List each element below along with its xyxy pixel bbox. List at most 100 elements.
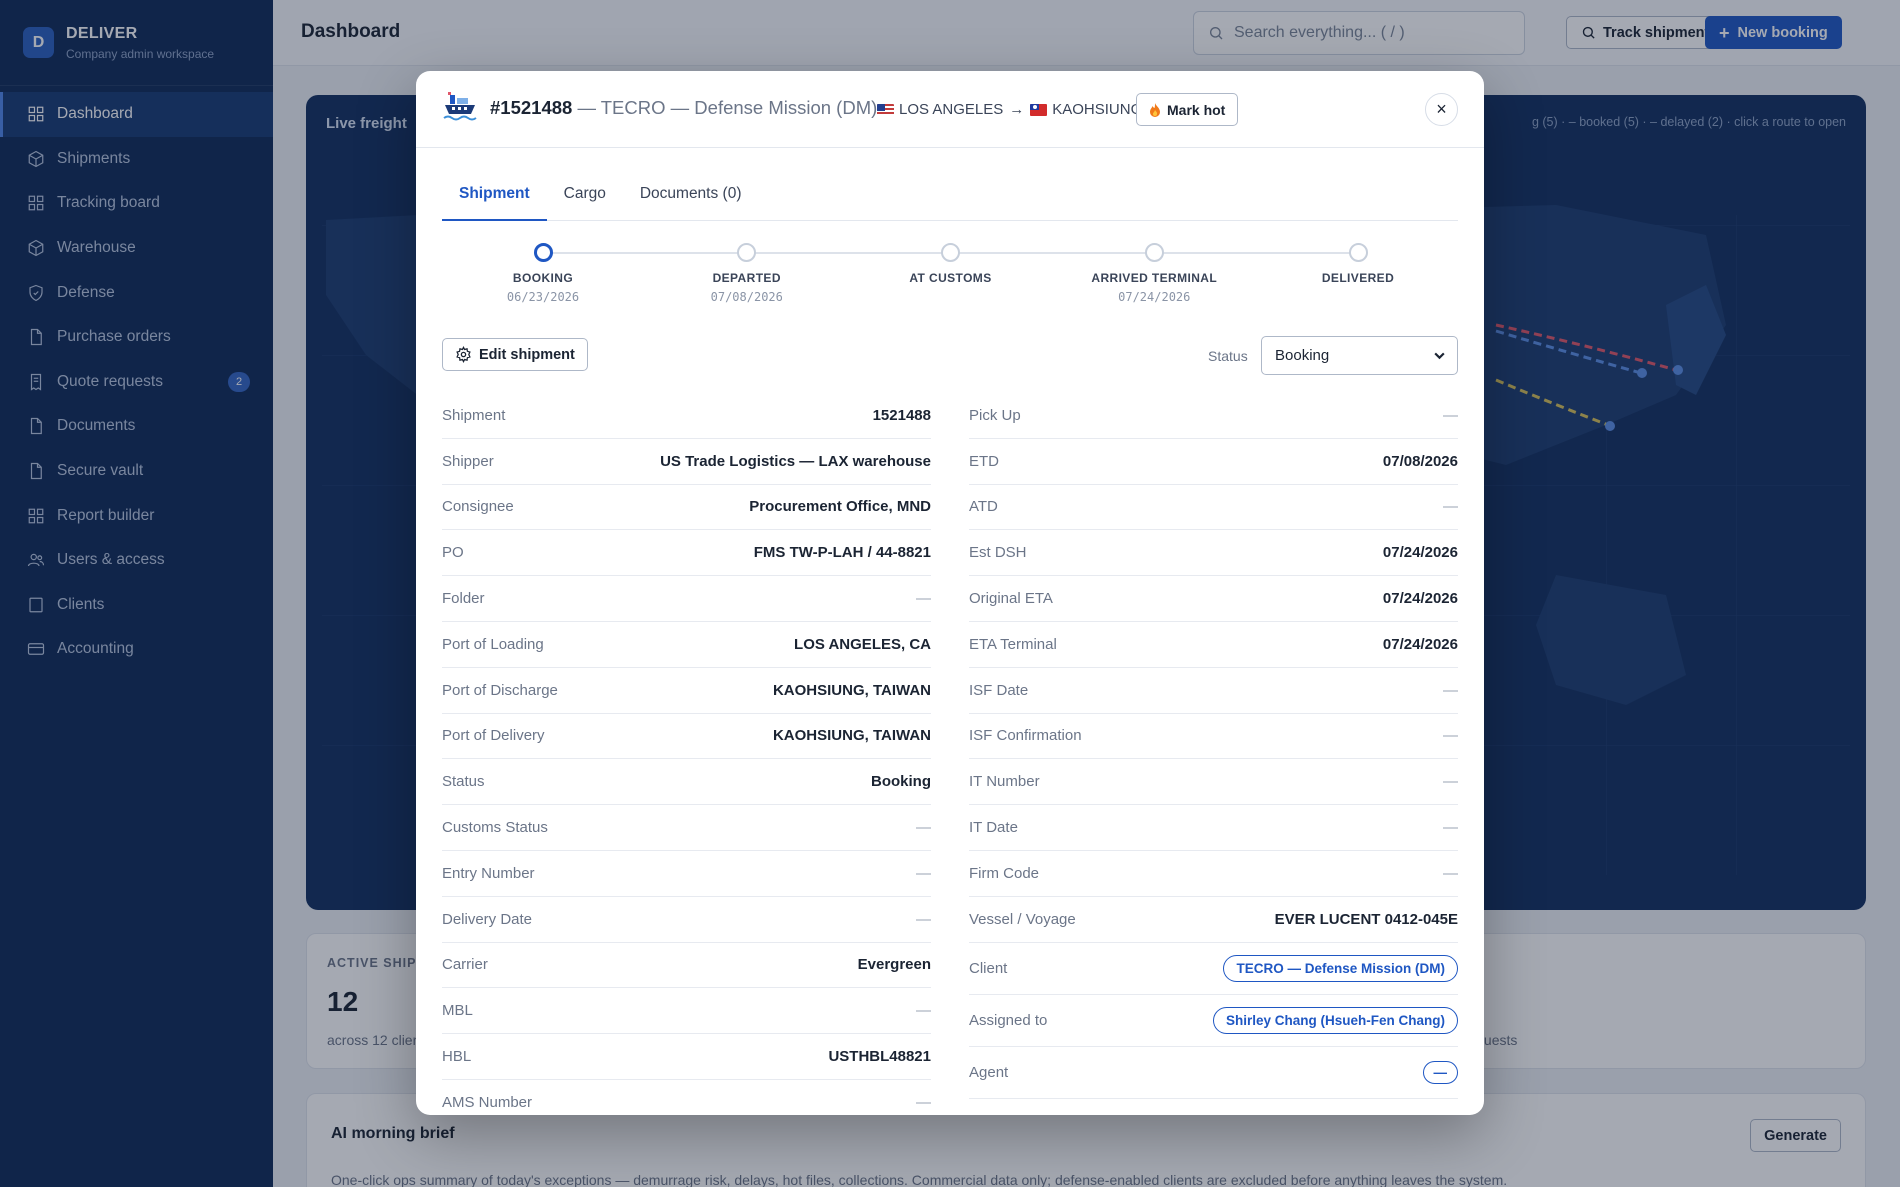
shipper-value: US Trade Logistics — LAX warehouse xyxy=(660,452,931,470)
est-dsh-value: 07/24/2026 xyxy=(1382,544,1458,562)
port-of-discharge-label: Port of Discharge xyxy=(442,681,558,699)
status-select[interactable]: Booking xyxy=(1261,336,1458,375)
ams-number-value: — xyxy=(916,1093,931,1111)
shipment-fields-right: Pick Up — ETD 07/08/2026 ATD — Est DSH 07/24/20… xyxy=(969,393,1458,1099)
mbl-value: — xyxy=(916,1002,931,1020)
tab-shipment[interactable]: Shipment xyxy=(442,183,547,221)
folder-value: — xyxy=(916,590,931,608)
gear-icon xyxy=(456,346,471,363)
route-destination: KAOHSIUNG xyxy=(1052,101,1143,118)
entry-number-label: Entry Number xyxy=(442,864,535,882)
field-shipment: Shipment 1521488 xyxy=(442,393,931,439)
field-etd: ETD 07/08/2026 xyxy=(969,439,1458,485)
step-label: ARRIVED TERMINAL xyxy=(1091,271,1218,285)
port-of-delivery-value: KAOHSIUNG, TAIWAN xyxy=(772,727,931,745)
step-dot xyxy=(533,243,553,262)
original-eta-value: 07/24/2026 xyxy=(1382,590,1458,608)
step-arrived-terminal: ARRIVED TERMINAL 07/24/2026 xyxy=(1074,243,1234,304)
shipment-value: 1521488 xyxy=(872,406,931,424)
field-eta-terminal: ETA Terminal 07/24/2026 xyxy=(969,622,1458,668)
taiwan-flag-icon xyxy=(1030,103,1048,116)
step-label: DELIVERED xyxy=(1321,271,1395,285)
hbl-label: HBL xyxy=(442,1048,472,1066)
pick-up-value: — xyxy=(1443,406,1458,424)
route-summary: LOS ANGELES → KAOHSIUNG xyxy=(877,101,1142,118)
assigned-to-chip[interactable]: Shirley Chang (Hsueh-Fen Chang) xyxy=(1212,1006,1458,1034)
isf-confirmation-value: — xyxy=(1443,727,1458,745)
it-date-label: IT Date xyxy=(969,819,1018,837)
step-at-customs: AT CUSTOMS xyxy=(871,243,1031,290)
isf-date-value: — xyxy=(1443,681,1458,699)
carrier-label: Carrier xyxy=(442,956,488,974)
edit-shipment-label: Edit shipment xyxy=(479,346,575,363)
firm-code-label: Firm Code xyxy=(969,864,1040,882)
mark-hot-button[interactable]: Mark hot xyxy=(1136,93,1239,126)
delivery-date-label: Delivery Date xyxy=(442,910,533,928)
step-dot xyxy=(1144,243,1164,262)
step-departed: DEPARTED 07/08/2026 xyxy=(667,243,827,304)
agent-chip[interactable]: — xyxy=(1422,1060,1458,1084)
close-icon[interactable]: × xyxy=(1425,93,1458,126)
customs-status-label: Customs Status xyxy=(442,819,548,837)
hbl-value: USTHBL48821 xyxy=(828,1048,931,1066)
isf-confirmation-label: ISF Confirmation xyxy=(969,727,1082,745)
shipment-modal: #1521488 — TECRO — Defense Mission (DM) … xyxy=(416,71,1484,1115)
client-chip[interactable]: TECRO — Defense Mission (DM) xyxy=(1223,954,1458,982)
modal-title: #1521488 — TECRO — Defense Mission (DM) xyxy=(490,97,877,119)
field-original-eta: Original ETA 07/24/2026 xyxy=(969,576,1458,622)
original-eta-label: Original ETA xyxy=(969,590,1053,608)
etd-value: 07/08/2026 xyxy=(1382,452,1458,470)
tab-documents-0[interactable]: Documents (0) xyxy=(623,183,759,221)
mbl-label: MBL xyxy=(442,1002,473,1020)
po-label: PO xyxy=(442,544,464,562)
eta-terminal-value: 07/24/2026 xyxy=(1382,635,1458,653)
mark-hot-label: Mark hot xyxy=(1167,101,1226,118)
eta-terminal-label: ETA Terminal xyxy=(969,635,1057,653)
shipment-number: #1521488 xyxy=(490,97,573,118)
carrier-value: Evergreen xyxy=(857,956,931,974)
status-selected-value: Booking xyxy=(1275,347,1330,364)
port-of-loading-value: LOS ANGELES, CA xyxy=(794,635,931,653)
tab-cargo[interactable]: Cargo xyxy=(547,183,623,221)
shipment-progress-stepper: BOOKING 06/23/2026 DEPARTED 07/08/2026 AT CU… xyxy=(442,231,1458,311)
firm-code-value: — xyxy=(1443,864,1458,882)
field-isf-date: ISF Date — xyxy=(969,668,1458,714)
step-date: 07/24/2026 xyxy=(1118,290,1191,304)
status-label: Status xyxy=(442,773,485,791)
field-consignee: Consignee Procurement Office, MND xyxy=(442,485,931,531)
client-label: Client xyxy=(969,959,1008,977)
step-dot xyxy=(941,243,960,262)
field-shipper: Shipper US Trade Logistics — LAX warehous… xyxy=(442,439,931,485)
field-status: Status Booking xyxy=(442,759,931,806)
shipment-fields-left: Shipment 1521488 Shipper US Trade Logistics… xyxy=(442,393,931,1115)
atd-value: — xyxy=(1443,498,1458,516)
field-entry-number: Entry Number — xyxy=(442,851,931,897)
customs-status-value: — xyxy=(916,819,931,837)
port-of-loading-label: Port of Loading xyxy=(442,635,544,653)
ship-icon xyxy=(443,92,477,121)
field-ams-number: AMS Number — xyxy=(442,1080,931,1115)
modal-tabs: Shipment Cargo Documents (0) xyxy=(442,183,1458,221)
field-hbl: HBL USTHBL48821 xyxy=(442,1034,931,1080)
shipper-label: Shipper xyxy=(442,452,494,470)
agent-label: Agent xyxy=(969,1063,1009,1081)
edit-shipment-button[interactable]: Edit shipment xyxy=(442,338,588,371)
field-firm-code: Firm Code — xyxy=(969,851,1458,897)
shipment-label: Shipment xyxy=(442,406,506,424)
field-folder: Folder — xyxy=(442,576,931,622)
pick-up-label: Pick Up xyxy=(969,406,1021,424)
field-it-date: IT Date — xyxy=(969,805,1458,851)
field-est-dsh: Est DSH 07/24/2026 xyxy=(969,530,1458,577)
isf-date-label: ISF Date xyxy=(969,681,1029,699)
assigned-to-label: Assigned to xyxy=(969,1011,1048,1029)
field-po: PO FMS TW-P-LAH / 44-8821 xyxy=(442,530,931,577)
shipment-client-title: — TECRO — Defense Mission (DM) xyxy=(577,97,878,118)
status-value: Booking xyxy=(871,773,931,791)
atd-label: ATD xyxy=(969,498,998,516)
chevron-down-icon xyxy=(1434,352,1445,360)
step-date: 07/08/2026 xyxy=(710,290,783,304)
folder-label: Folder xyxy=(442,590,485,608)
field-port-of-delivery: Port of Delivery KAOHSIUNG, TAIWAN xyxy=(442,714,931,760)
field-port-of-loading: Port of Loading LOS ANGELES, CA xyxy=(442,622,931,668)
step-booking: BOOKING 06/23/2026 xyxy=(463,243,623,304)
